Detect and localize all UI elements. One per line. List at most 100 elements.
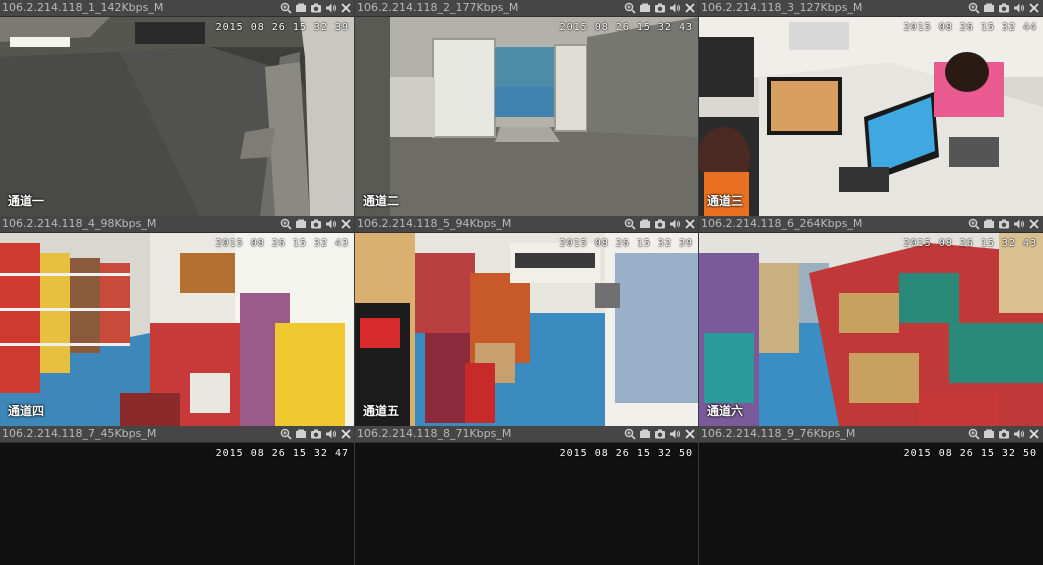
video-feed[interactable]: 2015 08 26 15 32 50 <box>699 443 1043 565</box>
video-feed[interactable]: 2015 08 26 15 32 47 <box>0 443 355 565</box>
audio-icon[interactable] <box>1013 428 1025 440</box>
audio-icon[interactable] <box>1013 2 1025 14</box>
video-feed[interactable]: 2015 08 26 15 32 50 <box>355 443 699 565</box>
camera-title: 106.2.214.118_9_76Kbps_M <box>701 427 856 440</box>
close-icon[interactable] <box>1028 428 1040 440</box>
channel-label: 通道六 <box>707 404 744 418</box>
timestamp: 2015 08 26 15 32 43 <box>903 238 1037 249</box>
camera-title: 106.2.214.118_7_45Kbps_M <box>2 427 157 440</box>
camera-cell-6[interactable]: 106.2.214.118_6_264Kbps_M 2015 08 26 15 … <box>699 216 1043 426</box>
zoom-icon[interactable] <box>280 218 292 230</box>
close-icon[interactable] <box>340 2 352 14</box>
timestamp: 2015 08 26 15 32 50 <box>559 448 693 459</box>
video-feed[interactable]: 2015 08 26 15 32 43 通道四 <box>0 233 355 426</box>
audio-icon[interactable] <box>1013 218 1025 230</box>
zoom-icon[interactable] <box>624 428 636 440</box>
close-icon[interactable] <box>684 218 696 230</box>
camera-cell-3[interactable]: 106.2.214.118_3_127Kbps_M 2015 08 26 15 … <box>699 0 1043 216</box>
zoom-icon[interactable] <box>968 428 980 440</box>
doors-scene <box>355 17 699 216</box>
audio-icon[interactable] <box>325 218 337 230</box>
audio-icon[interactable] <box>325 428 337 440</box>
record-icon[interactable] <box>983 428 995 440</box>
close-icon[interactable] <box>340 218 352 230</box>
camera-header: 106.2.214.118_4_98Kbps_M <box>0 216 355 233</box>
audio-icon[interactable] <box>669 2 681 14</box>
camera-title: 106.2.214.118_1_142Kbps_M <box>2 1 164 14</box>
close-icon[interactable] <box>1028 218 1040 230</box>
office-scene <box>699 17 1043 216</box>
camera-title: 106.2.214.118_6_264Kbps_M <box>701 217 863 230</box>
timestamp: 2015 08 26 15 32 44 <box>903 22 1037 33</box>
parking-scene <box>0 17 355 216</box>
zoom-icon[interactable] <box>624 2 636 14</box>
zoom-icon[interactable] <box>968 218 980 230</box>
camera-header: 106.2.214.118_1_142Kbps_M <box>0 0 355 17</box>
store-left-scene <box>0 233 355 426</box>
snapshot-icon[interactable] <box>654 2 666 14</box>
zoom-icon[interactable] <box>280 2 292 14</box>
record-icon[interactable] <box>983 2 995 14</box>
camera-cell-7[interactable]: 106.2.214.118_7_45Kbps_M 2015 08 26 15 3… <box>0 426 355 565</box>
audio-icon[interactable] <box>325 2 337 14</box>
snapshot-icon[interactable] <box>998 428 1010 440</box>
channel-label: 通道四 <box>8 404 45 418</box>
timestamp: 2015 08 26 15 32 39 <box>559 238 693 249</box>
camera-header: 106.2.214.118_2_177Kbps_M <box>355 0 699 17</box>
grid-divider <box>698 0 699 565</box>
zoom-icon[interactable] <box>968 2 980 14</box>
channel-label: 通道三 <box>707 194 744 208</box>
camera-cell-5[interactable]: 106.2.214.118_5_94Kbps_M 2015 08 26 15 3… <box>355 216 699 426</box>
close-icon[interactable] <box>684 428 696 440</box>
camera-header: 106.2.214.118_3_127Kbps_M <box>699 0 1043 17</box>
camera-title: 106.2.214.118_5_94Kbps_M <box>357 217 512 230</box>
video-feed[interactable]: 2015 08 26 15 32 44 通道三 <box>699 17 1043 216</box>
snapshot-icon[interactable] <box>310 2 322 14</box>
timestamp: 2015 08 26 15 32 50 <box>903 448 1037 459</box>
record-icon[interactable] <box>295 218 307 230</box>
snapshot-icon[interactable] <box>654 428 666 440</box>
record-icon[interactable] <box>295 428 307 440</box>
camera-header: 106.2.214.118_9_76Kbps_M <box>699 426 1043 443</box>
snapshot-icon[interactable] <box>310 428 322 440</box>
record-icon[interactable] <box>983 218 995 230</box>
zoom-icon[interactable] <box>624 218 636 230</box>
warehouse-scene <box>699 233 1043 426</box>
snapshot-icon[interactable] <box>998 218 1010 230</box>
snapshot-icon[interactable] <box>310 218 322 230</box>
video-feed[interactable]: 2015 08 26 15 32 43 通道二 <box>355 17 699 216</box>
zoom-icon[interactable] <box>280 428 292 440</box>
camera-title: 106.2.214.118_4_98Kbps_M <box>2 217 157 230</box>
record-icon[interactable] <box>295 2 307 14</box>
channel-label: 通道二 <box>363 194 400 208</box>
video-feed[interactable]: 2015 08 26 15 32 43 通道六 <box>699 233 1043 426</box>
camera-title: 106.2.214.118_8_71Kbps_M <box>357 427 512 440</box>
camera-header: 106.2.214.118_7_45Kbps_M <box>0 426 355 443</box>
video-feed[interactable]: 2015 08 26 15 32 39 通道一 <box>0 17 355 216</box>
close-icon[interactable] <box>340 428 352 440</box>
camera-title: 106.2.214.118_2_177Kbps_M <box>357 1 519 14</box>
record-icon[interactable] <box>639 218 651 230</box>
camera-cell-2[interactable]: 106.2.214.118_2_177Kbps_M 2015 08 26 15 … <box>355 0 699 216</box>
video-grid: 106.2.214.118_1_142Kbps_M 2015 08 26 15 … <box>0 0 1043 565</box>
close-icon[interactable] <box>1028 2 1040 14</box>
close-icon[interactable] <box>684 2 696 14</box>
camera-header: 106.2.214.118_8_71Kbps_M <box>355 426 699 443</box>
camera-title: 106.2.214.118_3_127Kbps_M <box>701 1 863 14</box>
camera-cell-1[interactable]: 106.2.214.118_1_142Kbps_M 2015 08 26 15 … <box>0 0 355 216</box>
camera-header: 106.2.214.118_5_94Kbps_M <box>355 216 699 233</box>
camera-cell-8[interactable]: 106.2.214.118_8_71Kbps_M 2015 08 26 15 3… <box>355 426 699 565</box>
snapshot-icon[interactable] <box>654 218 666 230</box>
camera-cell-4[interactable]: 106.2.214.118_4_98Kbps_M 2015 08 26 15 3… <box>0 216 355 426</box>
record-icon[interactable] <box>639 2 651 14</box>
record-icon[interactable] <box>639 428 651 440</box>
audio-icon[interactable] <box>669 218 681 230</box>
video-feed[interactable]: 2015 08 26 15 32 39 通道五 <box>355 233 699 426</box>
camera-cell-9[interactable]: 106.2.214.118_9_76Kbps_M 2015 08 26 15 3… <box>699 426 1043 565</box>
channel-label: 通道一 <box>8 194 45 208</box>
snapshot-icon[interactable] <box>998 2 1010 14</box>
timestamp: 2015 08 26 15 32 47 <box>215 448 349 459</box>
audio-icon[interactable] <box>669 428 681 440</box>
camera-header: 106.2.214.118_6_264Kbps_M <box>699 216 1043 233</box>
grid-divider <box>354 0 355 565</box>
